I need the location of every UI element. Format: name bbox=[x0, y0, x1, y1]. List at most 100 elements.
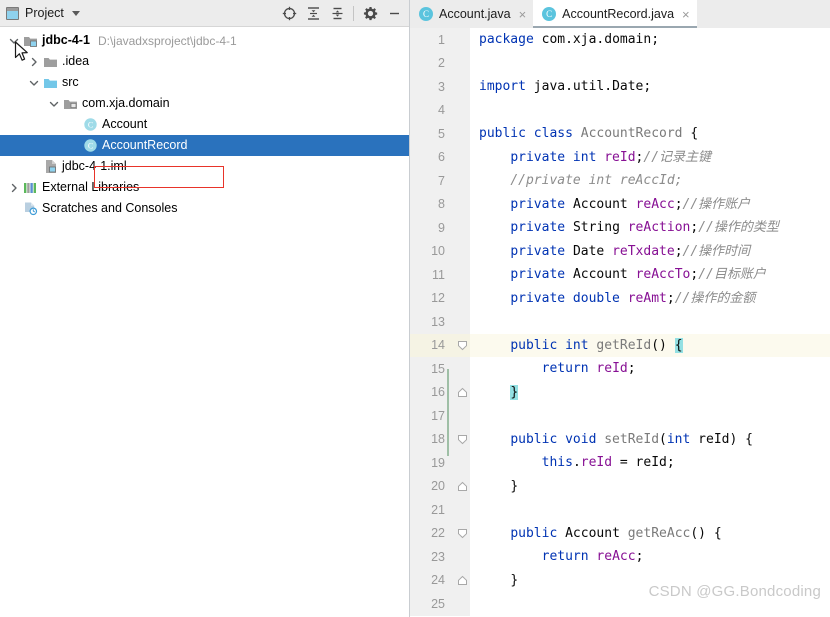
code-line[interactable]: 11 private Account reAccTo;//目标账户 bbox=[410, 263, 830, 287]
code-line[interactable]: 17 bbox=[410, 404, 830, 428]
iml-file-icon bbox=[42, 159, 59, 175]
project-panel-title-group[interactable]: Project bbox=[6, 6, 80, 20]
code-line-text: //private int reAccId; bbox=[470, 169, 830, 193]
code-line[interactable]: 21 bbox=[410, 498, 830, 522]
code-line[interactable]: 15 return reId; bbox=[410, 357, 830, 381]
code-token: java.util.Date; bbox=[533, 79, 652, 94]
code-line-text: public class AccountRecord { bbox=[470, 122, 830, 146]
editor-tab-accountrecord-java[interactable]: C AccountRecord.java × bbox=[533, 0, 698, 28]
tree-item-com-xja-domain[interactable]: com.xja.domain bbox=[0, 93, 409, 114]
code-line[interactable]: 2 bbox=[410, 51, 830, 75]
code-line[interactable]: 22 public Account getReAcc() { bbox=[410, 521, 830, 546]
code-line-text: public Account getReAcc() { bbox=[470, 522, 830, 546]
tree-item-account[interactable]: C Account bbox=[0, 114, 409, 135]
fold-end-icon[interactable] bbox=[454, 575, 470, 586]
code-line[interactable]: 1 package com.xja.domain; bbox=[410, 28, 830, 52]
code-token: reAction bbox=[627, 220, 691, 235]
code-token: public bbox=[510, 525, 566, 541]
editor-tab-account-java[interactable]: C Account.java × bbox=[410, 0, 533, 28]
code-line[interactable]: 7 //private int reAccId; bbox=[410, 169, 830, 193]
line-number: 10 bbox=[431, 244, 445, 259]
code-line[interactable]: 25 bbox=[410, 592, 830, 616]
collapse-all-icon[interactable] bbox=[326, 3, 348, 24]
fold-end-icon[interactable] bbox=[454, 481, 470, 492]
locate-target-icon[interactable] bbox=[278, 3, 300, 24]
chevron-down-icon[interactable] bbox=[71, 10, 80, 16]
line-number: 5 bbox=[438, 126, 445, 141]
chevron-down-icon[interactable] bbox=[26, 72, 42, 93]
project-panel-title: Project bbox=[25, 6, 64, 20]
line-number: 14 bbox=[431, 338, 445, 353]
chevron-down-icon[interactable] bbox=[6, 30, 22, 51]
line-number: 12 bbox=[431, 291, 445, 306]
fold-end-icon[interactable] bbox=[454, 387, 470, 398]
code-token: Date bbox=[572, 243, 613, 259]
chevron-down-icon[interactable] bbox=[46, 93, 62, 114]
line-number: 21 bbox=[431, 502, 445, 517]
code-line[interactable]: 6 private int reId;//记录主键 bbox=[410, 145, 830, 169]
tree-item-external-libraries[interactable]: External Libraries bbox=[0, 177, 409, 198]
code-line[interactable]: 3 import java.util.Date; bbox=[410, 75, 830, 99]
tree-twisty-none bbox=[6, 198, 22, 219]
code-line[interactable]: 13 bbox=[410, 310, 830, 334]
tree-item-label: src bbox=[62, 75, 79, 89]
minimize-icon[interactable] bbox=[383, 3, 405, 24]
line-number: 3 bbox=[438, 79, 445, 94]
gear-icon[interactable] bbox=[359, 3, 381, 24]
close-icon[interactable]: × bbox=[519, 8, 527, 21]
tree-item-idea[interactable]: .idea bbox=[0, 51, 409, 72]
code-line[interactable]: 14 public int getReId() { bbox=[410, 333, 830, 357]
code-line[interactable]: 18 public void setReId(int reId) { bbox=[410, 427, 830, 451]
close-icon[interactable]: × bbox=[682, 8, 690, 21]
code-line[interactable]: 5 public class AccountRecord { bbox=[410, 122, 830, 146]
project-file-tree[interactable]: jdbc-4-1 D:\javadxsproject\jdbc-4-1 .idea s… bbox=[0, 27, 409, 617]
ide-window: Project jdbc-4-1 D:\javadxsproject\jdbc-… bbox=[0, 0, 830, 617]
code-token: ; bbox=[690, 220, 699, 235]
code-line[interactable]: 12 private double reAmt;//操作的金额 bbox=[410, 286, 830, 310]
code-line[interactable]: 19 this.reId = reId; bbox=[410, 451, 830, 475]
scratches-icon bbox=[22, 201, 39, 217]
code-line[interactable]: 20 } bbox=[410, 474, 830, 498]
code-token: String bbox=[572, 220, 628, 235]
tree-twisty-none bbox=[66, 135, 82, 156]
tree-item-accountrecord[interactable]: C AccountRecord bbox=[0, 135, 409, 156]
fold-expanded-icon[interactable] bbox=[454, 434, 470, 445]
tree-item-scratches-and-consoles[interactable]: Scratches and Consoles bbox=[0, 198, 409, 219]
code-line[interactable]: 8 private Account reAcc;//操作账户 bbox=[410, 192, 830, 216]
code-token: //private int reAccId; bbox=[510, 173, 683, 188]
svg-text:C: C bbox=[88, 142, 93, 151]
code-line[interactable]: 4 bbox=[410, 98, 830, 122]
java-class-icon: C bbox=[542, 7, 557, 21]
code-token: //操作的金额 bbox=[674, 290, 756, 306]
chevron-right-icon[interactable] bbox=[6, 177, 22, 198]
code-token: //目标账户 bbox=[698, 267, 766, 282]
chevron-right-icon[interactable] bbox=[26, 51, 42, 72]
code-line[interactable]: 23 return reAcc; bbox=[410, 545, 830, 569]
code-editor[interactable]: 1 package com.xja.domain; 2 3 import java.ut… bbox=[410, 28, 830, 617]
editor-area: C Account.java × C AccountRecord.java × 1 pack… bbox=[410, 0, 830, 617]
tree-item-jdbc-4-1-iml[interactable]: jdbc-4-1.iml bbox=[0, 156, 409, 177]
code-line[interactable]: 10 private Date reTxdate;//操作时间 bbox=[410, 239, 830, 263]
expand-all-icon[interactable] bbox=[302, 3, 324, 24]
line-number: 13 bbox=[431, 314, 445, 329]
code-token: } bbox=[510, 384, 519, 400]
code-line[interactable]: 24 } bbox=[410, 568, 830, 592]
code-token: () { bbox=[690, 525, 722, 541]
fold-expanded-icon[interactable] bbox=[454, 340, 470, 351]
code-token: () bbox=[651, 337, 675, 353]
code-line[interactable]: 16 } bbox=[410, 380, 830, 404]
fold-expanded-icon[interactable] bbox=[454, 528, 470, 539]
code-token: Account bbox=[572, 267, 636, 282]
tree-item-jdbc-4-1[interactable]: jdbc-4-1 D:\javadxsproject\jdbc-4-1 bbox=[0, 30, 409, 51]
code-token: //操作账户 bbox=[682, 196, 751, 212]
tree-twisty-none bbox=[66, 114, 82, 135]
tree-item-src[interactable]: src bbox=[0, 72, 409, 93]
tree-item-label: jdbc-4-1.iml bbox=[62, 159, 127, 173]
code-line[interactable]: 9 private String reAction;//操作的类型 bbox=[410, 216, 830, 240]
project-panel-header: Project bbox=[0, 0, 409, 27]
line-number: 23 bbox=[431, 549, 445, 564]
tree-item-path: D:\javadxsproject\jdbc-4-1 bbox=[97, 33, 237, 48]
